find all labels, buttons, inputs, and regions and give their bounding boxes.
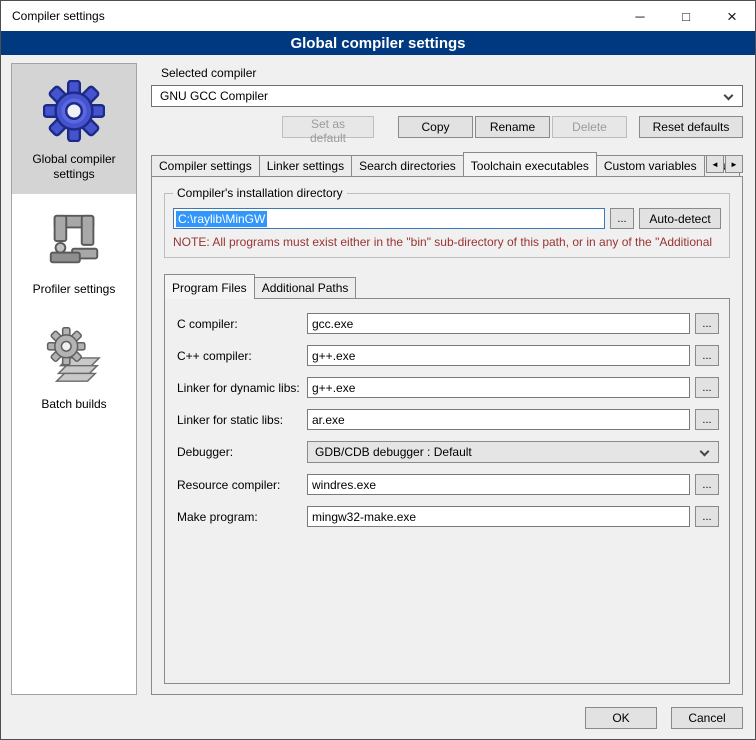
compiler-settings-window: Compiler settings ─ □ × Global compiler … [0, 0, 756, 740]
tab-compiler-settings[interactable]: Compiler settings [151, 155, 260, 176]
cpp-compiler-input[interactable] [307, 345, 690, 366]
c-compiler-input[interactable] [307, 313, 690, 334]
sidebar: Global compiler settings Profiler settin… [11, 63, 137, 695]
sidebar-item-global-compiler-settings[interactable]: Global compiler settings [12, 64, 136, 194]
delete-button[interactable]: Delete [552, 116, 627, 138]
field-row: C compiler: ... [177, 313, 719, 334]
settings-tabstrip: Compiler settings Linker settings Search… [151, 151, 743, 176]
make-program-input[interactable] [307, 506, 690, 527]
arrow-left-icon: ◄ [711, 160, 719, 169]
linker-dynamic-browse-button[interactable]: ... [695, 377, 719, 398]
compiler-actions: Set as default Copy Rename Delete Reset … [151, 116, 743, 138]
page-title: Global compiler settings [290, 35, 465, 52]
cancel-button[interactable]: Cancel [671, 707, 743, 729]
tab-toolchain-executables[interactable]: Toolchain executables [463, 152, 597, 176]
install-dir-browse-button[interactable]: ... [610, 208, 634, 229]
close-button[interactable]: × [709, 1, 755, 31]
install-dir-groupbox: Compiler's installation directory C:\ray… [164, 193, 730, 258]
dialog-body: Global compiler settings Profiler settin… [1, 55, 755, 699]
debugger-select-value: GDB/CDB debugger : Default [315, 445, 472, 459]
minimize-icon: ─ [635, 10, 644, 23]
field-label: Linker for dynamic libs: [177, 381, 307, 395]
compiler-select[interactable]: GNU GCC Compiler [151, 85, 743, 107]
profiler-icon [43, 210, 105, 272]
title-bar: Compiler settings ─ □ × [1, 1, 755, 31]
sidebar-item-profiler-settings[interactable]: Profiler settings [12, 194, 136, 309]
window-controls: ─ □ × [617, 1, 755, 31]
maximize-icon: □ [682, 10, 690, 23]
field-label: Make program: [177, 510, 307, 524]
toolchain-executables-panel: Compiler's installation directory C:\ray… [151, 176, 743, 695]
subtab-program-files[interactable]: Program Files [164, 274, 255, 299]
debugger-select[interactable]: GDB/CDB debugger : Default [307, 441, 719, 463]
sidebar-item-batch-builds[interactable]: Batch builds [12, 309, 136, 424]
install-dir-note: NOTE: All programs must exist either in … [173, 235, 721, 249]
program-files-tabstrip: Program Files Additional Paths [164, 274, 730, 298]
set-as-default-button[interactable]: Set as default [282, 116, 374, 138]
dialog-header: Global compiler settings [1, 31, 755, 55]
maximize-button[interactable]: □ [663, 1, 709, 31]
field-label: C compiler: [177, 317, 307, 331]
gear-icon [43, 80, 105, 142]
field-label: Linker for static libs: [177, 413, 307, 427]
tab-custom-variables[interactable]: Custom variables [596, 155, 705, 176]
tab-scroll-right-button[interactable]: ► [725, 155, 743, 173]
linker-dynamic-input[interactable] [307, 377, 690, 398]
install-dir-row: C:\raylib\MinGW ... Auto-detect [173, 208, 721, 229]
field-label: Debugger: [177, 445, 307, 459]
install-dir-value: C:\raylib\MinGW [176, 211, 267, 227]
tab-scroll-controls: ◄ ► [706, 155, 743, 173]
main-panel: Selected compiler GNU GCC Compiler Set a… [149, 63, 745, 695]
tab-search-directories[interactable]: Search directories [351, 155, 464, 176]
install-dir-group-title: Compiler's installation directory [173, 186, 347, 200]
field-row: C++ compiler: ... [177, 345, 719, 366]
sidebar-item-label: Global compiler settings [16, 152, 132, 182]
field-row: Linker for static libs: ... [177, 409, 719, 430]
field-row: Linker for dynamic libs: ... [177, 377, 719, 398]
reset-defaults-button[interactable]: Reset defaults [639, 116, 743, 138]
tab-linker-settings[interactable]: Linker settings [259, 155, 352, 176]
field-label: Resource compiler: [177, 478, 307, 492]
compiler-select-value: GNU GCC Compiler [160, 89, 268, 103]
resource-compiler-browse-button[interactable]: ... [695, 474, 719, 495]
sidebar-item-label: Profiler settings [33, 282, 116, 297]
copy-button[interactable]: Copy [398, 116, 473, 138]
minimize-button[interactable]: ─ [617, 1, 663, 31]
ok-button[interactable]: OK [585, 707, 657, 729]
arrow-right-icon: ► [730, 160, 738, 169]
rename-button[interactable]: Rename [475, 116, 550, 138]
dialog-footer: OK Cancel [1, 699, 755, 739]
subtab-additional-paths[interactable]: Additional Paths [254, 277, 357, 298]
c-compiler-browse-button[interactable]: ... [695, 313, 719, 334]
sidebar-item-label: Batch builds [41, 397, 106, 412]
field-row: Debugger: GDB/CDB debugger : Default [177, 441, 719, 463]
program-files-panel: C compiler: ... C++ compiler: ... Linker… [164, 298, 730, 684]
make-program-browse-button[interactable]: ... [695, 506, 719, 527]
chevron-down-icon [724, 91, 734, 101]
window-title: Compiler settings [12, 9, 105, 23]
auto-detect-button[interactable]: Auto-detect [639, 208, 721, 229]
install-dir-input[interactable]: C:\raylib\MinGW [173, 208, 605, 229]
chevron-down-icon [700, 447, 710, 457]
tab-scroll-left-button[interactable]: ◄ [706, 155, 724, 173]
close-icon: × [727, 8, 737, 25]
field-row: Resource compiler: ... [177, 474, 719, 495]
field-row: Make program: ... [177, 506, 719, 527]
resource-compiler-input[interactable] [307, 474, 690, 495]
cpp-compiler-browse-button[interactable]: ... [695, 345, 719, 366]
linker-static-input[interactable] [307, 409, 690, 430]
field-label: C++ compiler: [177, 349, 307, 363]
batch-builds-icon [43, 325, 105, 387]
selected-compiler-label: Selected compiler [161, 66, 745, 80]
linker-static-browse-button[interactable]: ... [695, 409, 719, 430]
